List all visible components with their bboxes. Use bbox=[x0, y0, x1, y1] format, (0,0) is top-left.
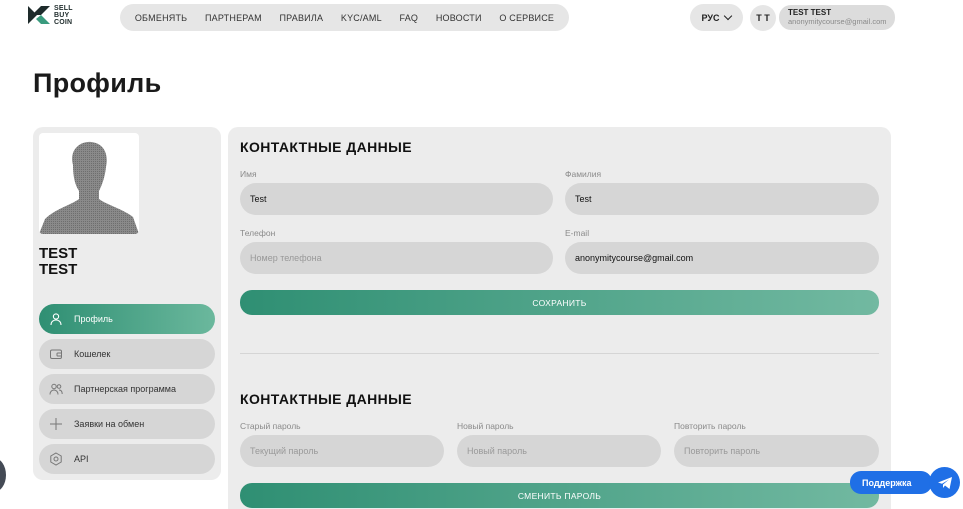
old-password-input[interactable] bbox=[240, 435, 444, 467]
profile-photo[interactable] bbox=[39, 133, 139, 234]
logo-line-buy: BUY bbox=[54, 11, 70, 19]
sidebar-item-partners[interactable]: Партнерская программа bbox=[39, 374, 215, 404]
language-selector[interactable]: РУС bbox=[690, 4, 743, 31]
profile-sidebar: TEST TEST Профиль Кошелек Партнерская пр… bbox=[33, 127, 221, 480]
email-input[interactable] bbox=[565, 242, 879, 274]
user-icon bbox=[47, 310, 65, 328]
save-button[interactable]: СОХРАНИТЬ bbox=[240, 290, 879, 315]
sidebar-item-api[interactable]: API bbox=[39, 444, 215, 474]
first-name-label: Имя bbox=[240, 169, 257, 179]
nav-item-exchange[interactable]: ОБМЕНЯТЬ bbox=[135, 13, 187, 23]
user-initials: T T bbox=[756, 13, 770, 23]
nav-item-news[interactable]: НОВОСТИ bbox=[436, 13, 482, 23]
email-label: E-mail bbox=[565, 228, 590, 238]
change-password-button[interactable]: СМЕНИТЬ ПАРОЛЬ bbox=[240, 483, 879, 508]
telegram-button[interactable] bbox=[929, 467, 960, 498]
chevron-down-icon bbox=[724, 11, 733, 21]
sidebar-item-exchange-requests[interactable]: Заявки на обмен bbox=[39, 409, 215, 439]
logo-line-sell: SELL bbox=[54, 4, 73, 12]
profile-content: КОНТАКТНЫЕ ДАННЫЕ Имя Фамилия Телефон E-… bbox=[228, 127, 891, 509]
nav-item-faq[interactable]: FAQ bbox=[400, 13, 419, 23]
repeat-password-label: Повторить пароль bbox=[674, 421, 746, 431]
logo-text: SELL BUY COIN bbox=[54, 5, 73, 26]
users-icon bbox=[47, 380, 65, 398]
exchange-icon bbox=[47, 415, 65, 433]
language-label: РУС bbox=[701, 12, 720, 23]
wallet-icon bbox=[47, 345, 65, 363]
sidebar-item-label: Профиль bbox=[74, 314, 113, 324]
password-title: КОНТАКТНЫЕ ДАННЫЕ bbox=[240, 391, 412, 407]
support-button[interactable]: Поддержка bbox=[850, 471, 932, 494]
profile-last-name: TEST bbox=[39, 261, 78, 278]
old-password-label: Старый пароль bbox=[240, 421, 301, 431]
sidebar-item-profile[interactable]: Профиль bbox=[39, 304, 215, 334]
new-password-label: Новый пароль bbox=[457, 421, 514, 431]
user-email: anonymitycourse@gmail.com bbox=[788, 17, 887, 26]
sidebar-item-label: Заявки на обмен bbox=[74, 419, 145, 429]
sidebar-item-wallet[interactable]: Кошелек bbox=[39, 339, 215, 369]
logo-line-coin: COIN bbox=[54, 18, 73, 26]
profile-first-name: TEST bbox=[39, 245, 78, 262]
repeat-password-input[interactable] bbox=[674, 435, 879, 467]
nav-item-rules[interactable]: ПРАВИЛА bbox=[280, 13, 324, 23]
gear-icon bbox=[47, 450, 65, 468]
user-avatar[interactable]: T T bbox=[750, 5, 776, 31]
sidebar-item-label: Кошелек bbox=[74, 349, 111, 359]
sellbuycoin-logo-icon bbox=[28, 6, 50, 24]
logo[interactable]: SELL BUY COIN bbox=[28, 4, 73, 26]
last-name-input[interactable] bbox=[565, 183, 879, 215]
sidebar-item-label: API bbox=[74, 454, 89, 464]
phone-input[interactable] bbox=[240, 242, 553, 274]
contacts-title: КОНТАКТНЫЕ ДАННЫЕ bbox=[240, 139, 412, 155]
sidebar-item-label: Партнерская программа bbox=[74, 384, 176, 394]
edge-widget[interactable] bbox=[0, 458, 6, 492]
nav-item-kyc[interactable]: KYC/AML bbox=[341, 13, 382, 23]
user-name: TEST TEST bbox=[788, 8, 832, 17]
first-name-input[interactable] bbox=[240, 183, 553, 215]
phone-label: Телефон bbox=[240, 228, 276, 238]
nav-item-about[interactable]: О СЕРВИСЕ bbox=[499, 13, 554, 23]
page-title: Профиль bbox=[33, 68, 162, 98]
nav-item-partners[interactable]: ПАРТНЕРАМ bbox=[205, 13, 262, 23]
support-label: Поддержка bbox=[862, 477, 912, 488]
section-divider bbox=[240, 353, 879, 354]
avatar-placeholder-icon bbox=[39, 141, 139, 234]
user-menu[interactable]: TEST TEST anonymitycourse@gmail.com bbox=[779, 5, 895, 30]
profile-name: TEST TEST bbox=[39, 246, 77, 278]
new-password-input[interactable] bbox=[457, 435, 661, 467]
main-nav: ОБМЕНЯТЬ ПАРТНЕРАМ ПРАВИЛА KYC/AML FAQ Н… bbox=[120, 4, 569, 31]
last-name-label: Фамилия bbox=[565, 169, 602, 179]
telegram-icon bbox=[937, 476, 952, 489]
